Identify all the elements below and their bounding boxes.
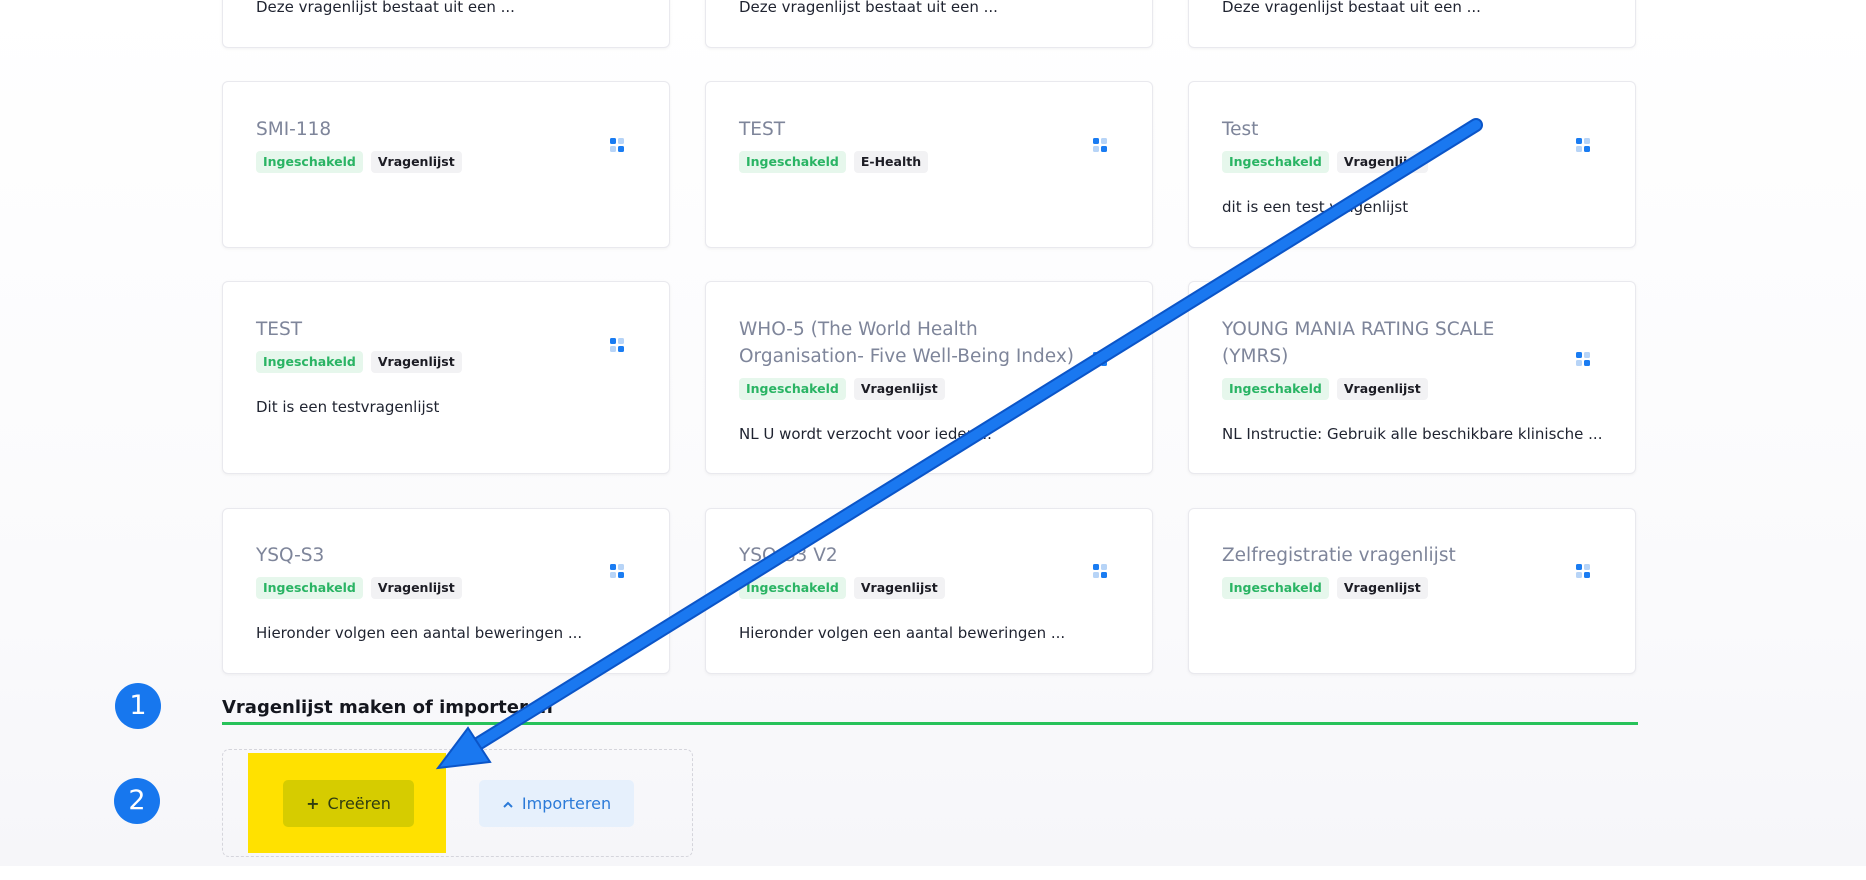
grid-icon[interactable] bbox=[1576, 352, 1590, 366]
import-button-label: Importeren bbox=[521, 794, 612, 813]
questionnaire-overview-page: Deze vragenlijst bestaat uit een ... Dez… bbox=[0, 0, 1866, 866]
grid-icon[interactable] bbox=[1093, 138, 1107, 152]
status-badge: Ingeschakeld bbox=[739, 151, 846, 173]
card-description: Hieronder volgen een aantal beweringen .… bbox=[256, 624, 583, 642]
questionnaire-card[interactable]: Deze vragenlijst bestaat uit een ... bbox=[222, 0, 670, 48]
card-title: Test bbox=[1222, 119, 1259, 140]
card-tags: Ingeschakeld Vragenlijst bbox=[739, 378, 945, 400]
type-badge: Vragenlijst bbox=[1336, 151, 1428, 173]
status-badge: Ingeschakeld bbox=[256, 351, 363, 373]
card-description: Deze vragenlijst bestaat uit een ... bbox=[739, 0, 998, 16]
grid-icon[interactable] bbox=[1576, 564, 1590, 578]
create-button[interactable]: + Creëren bbox=[283, 780, 414, 827]
card-title: YSQ-S3 V2 bbox=[739, 545, 838, 566]
card-description: Deze vragenlijst bestaat uit een ... bbox=[1222, 0, 1481, 16]
card-title: TEST bbox=[739, 119, 786, 140]
type-badge: Vragenlijst bbox=[853, 378, 945, 400]
card-title: WHO-5 (The World Health Organisation- Fi… bbox=[739, 319, 1074, 367]
questionnaire-card[interactable]: TEST Ingeschakeld Vragenlijst Dit is een… bbox=[222, 281, 670, 474]
questionnaire-card[interactable]: YSQ-S3 V2 Ingeschakeld Vragenlijst Hiero… bbox=[705, 508, 1153, 674]
card-title: SMI-118 bbox=[256, 119, 332, 140]
chevron-up-icon bbox=[503, 801, 513, 808]
grid-icon[interactable] bbox=[610, 564, 624, 578]
status-badge: Ingeschakeld bbox=[739, 577, 846, 599]
step-badge-2: 2 bbox=[114, 778, 160, 824]
questionnaire-card[interactable]: Deze vragenlijst bestaat uit een ... bbox=[1188, 0, 1636, 48]
type-badge: Vragenlijst bbox=[853, 577, 945, 599]
card-tags: Ingeschakeld Vragenlijst bbox=[256, 351, 462, 373]
questionnaire-card[interactable]: WHO-5 (The World Health Organisation- Fi… bbox=[705, 281, 1153, 474]
grid-icon[interactable] bbox=[1093, 564, 1107, 578]
questionnaire-card[interactable]: Test Ingeschakeld Vragenlijst dit is een… bbox=[1188, 81, 1636, 248]
type-badge: Vragenlijst bbox=[370, 351, 462, 373]
grid-icon[interactable] bbox=[610, 138, 624, 152]
type-badge: E-Health bbox=[853, 151, 929, 173]
questionnaire-card[interactable]: YSQ-S3 Ingeschakeld Vragenlijst Hieronde… bbox=[222, 508, 670, 674]
card-tags: Ingeschakeld Vragenlijst bbox=[739, 577, 945, 599]
type-badge: Vragenlijst bbox=[1336, 577, 1428, 599]
card-tags: Ingeschakeld Vragenlijst bbox=[1222, 151, 1428, 173]
status-badge: Ingeschakeld bbox=[1222, 151, 1329, 173]
card-tags: Ingeschakeld Vragenlijst bbox=[256, 151, 462, 173]
type-badge: Vragenlijst bbox=[370, 151, 462, 173]
card-title: YSQ-S3 bbox=[256, 545, 325, 566]
card-description: Hieronder volgen een aantal beweringen .… bbox=[739, 624, 1066, 642]
questionnaire-card[interactable]: SMI-118 Ingeschakeld Vragenlijst bbox=[222, 81, 670, 248]
card-title: Zelfregistratie vragenlijst bbox=[1222, 545, 1456, 566]
create-button-label: Creëren bbox=[327, 794, 391, 813]
section-title: Vragenlijst maken of importeren bbox=[222, 697, 553, 718]
section-divider bbox=[222, 722, 1638, 725]
questionnaire-card[interactable]: Zelfregistratie vragenlijst Ingeschakeld… bbox=[1188, 508, 1636, 674]
card-tags: Ingeschakeld Vragenlijst bbox=[256, 577, 462, 599]
card-tags: Ingeschakeld Vragenlijst bbox=[1222, 577, 1428, 599]
questionnaire-card[interactable]: Deze vragenlijst bestaat uit een ... bbox=[705, 0, 1153, 48]
import-button[interactable]: Importeren bbox=[479, 780, 634, 827]
grid-icon[interactable] bbox=[610, 338, 624, 352]
plus-icon: + bbox=[306, 794, 320, 813]
status-badge: Ingeschakeld bbox=[256, 577, 363, 599]
type-badge: Vragenlijst bbox=[1336, 378, 1428, 400]
grid-icon[interactable] bbox=[1093, 352, 1107, 366]
questionnaire-card[interactable]: TEST Ingeschakeld E-Health bbox=[705, 81, 1153, 248]
step-badge-1: 1 bbox=[115, 683, 161, 729]
questionnaire-card[interactable]: YOUNG MANIA RATING SCALE (YMRS) Ingescha… bbox=[1188, 281, 1636, 474]
card-description: Deze vragenlijst bestaat uit een ... bbox=[256, 0, 515, 16]
card-description: Dit is een testvragenlijst bbox=[256, 398, 440, 416]
card-title: TEST bbox=[256, 319, 303, 340]
card-tags: Ingeschakeld E-Health bbox=[739, 151, 929, 173]
card-description: NL Instructie: Gebruik alle beschikbare … bbox=[1222, 425, 1603, 443]
status-badge: Ingeschakeld bbox=[1222, 577, 1329, 599]
type-badge: Vragenlijst bbox=[370, 577, 462, 599]
status-badge: Ingeschakeld bbox=[1222, 378, 1329, 400]
status-badge: Ingeschakeld bbox=[256, 151, 363, 173]
grid-icon[interactable] bbox=[1576, 138, 1590, 152]
card-title: YOUNG MANIA RATING SCALE (YMRS) bbox=[1222, 319, 1495, 367]
card-description: dit is een test vragenlijst bbox=[1222, 198, 1409, 216]
card-description: NL U wordt verzocht voor ieder ... bbox=[739, 425, 992, 443]
card-tags: Ingeschakeld Vragenlijst bbox=[1222, 378, 1428, 400]
status-badge: Ingeschakeld bbox=[739, 378, 846, 400]
